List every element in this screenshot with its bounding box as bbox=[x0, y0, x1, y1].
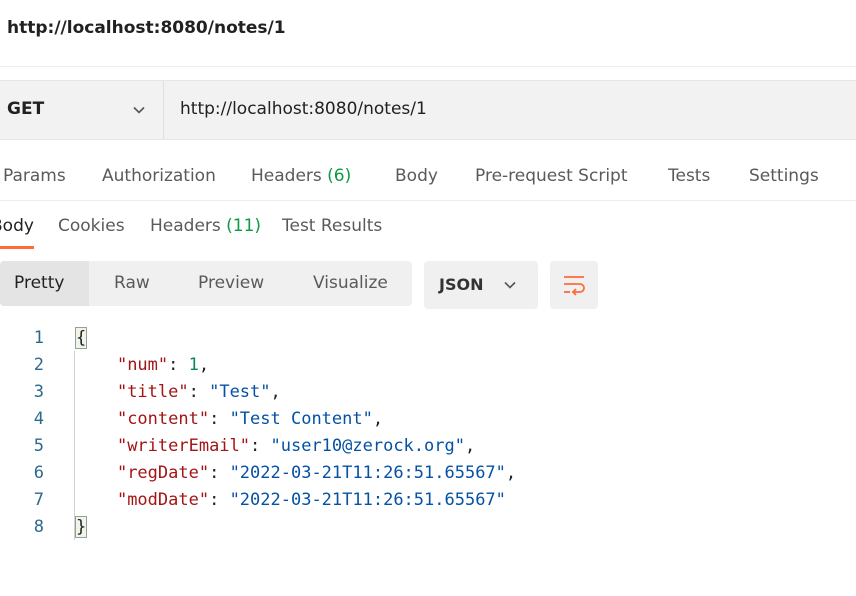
response-tabs: Body Cookies Headers (11) Test Results bbox=[0, 201, 856, 251]
json-key: "modDate" bbox=[116, 490, 210, 510]
response-tab-body[interactable]: Body bbox=[0, 216, 34, 236]
method-label: GET bbox=[7, 99, 45, 119]
request-title-bar: http://localhost:8080/notes/1 bbox=[0, 0, 856, 67]
tab-authorization[interactable]: Authorization bbox=[102, 166, 216, 186]
wrap-lines-button[interactable] bbox=[550, 261, 598, 309]
line-number: 2 bbox=[33, 355, 44, 375]
line-number: 6 bbox=[33, 463, 44, 483]
response-tab-headers[interactable]: Headers (11) bbox=[150, 216, 261, 236]
tab-params[interactable]: Params bbox=[3, 166, 66, 186]
json-key: "content" bbox=[116, 409, 210, 429]
tab-body[interactable]: Body bbox=[395, 166, 438, 186]
view-mode-group: Pretty Raw Preview Visualize bbox=[0, 261, 412, 306]
code-line: 5 "writerEmail": "user10@zerock.org", bbox=[0, 432, 856, 459]
wrap-lines-icon bbox=[564, 276, 585, 296]
code-line: 7 "modDate": "2022-03-21T11:26:51.65567" bbox=[0, 486, 856, 513]
json-value: "Test Content" bbox=[229, 409, 373, 429]
response-tab-test-results[interactable]: Test Results bbox=[282, 216, 382, 236]
json-key: "regDate" bbox=[116, 463, 210, 483]
json-value: "2022-03-21T11:26:51.65567" bbox=[229, 490, 506, 510]
line-number: 3 bbox=[33, 382, 44, 402]
view-raw-label: Raw bbox=[114, 273, 150, 293]
json-key: "title" bbox=[116, 382, 189, 402]
code-line: 4 "content": "Test Content", bbox=[0, 405, 856, 432]
tab-prerequest-script[interactable]: Pre-request Script bbox=[475, 166, 628, 186]
response-tab-cookies[interactable]: Cookies bbox=[58, 216, 125, 236]
view-pretty-label: Pretty bbox=[14, 273, 65, 293]
method-select[interactable]: GET bbox=[0, 81, 164, 139]
line-number: 4 bbox=[33, 409, 44, 429]
line-number: 7 bbox=[33, 490, 44, 510]
chevron-down-icon bbox=[133, 106, 145, 114]
view-preview-label: Preview bbox=[198, 273, 265, 293]
line-number: 1 bbox=[33, 328, 44, 348]
open-brace: { bbox=[74, 327, 88, 349]
format-select[interactable]: JSON bbox=[424, 261, 538, 309]
view-visualize-label: Visualize bbox=[313, 273, 388, 293]
request-tabs: Params Authorization Headers (6) Body Pr… bbox=[0, 150, 856, 201]
code-line: 8 } bbox=[0, 513, 856, 540]
request-title[interactable]: http://localhost:8080/notes/1 bbox=[7, 18, 286, 38]
view-raw-button[interactable]: Raw bbox=[89, 261, 179, 306]
code-line: 1 { bbox=[0, 324, 856, 351]
tab-tests[interactable]: Tests bbox=[668, 166, 710, 186]
response-tab-headers-count: (11) bbox=[226, 216, 262, 236]
view-visualize-button[interactable]: Visualize bbox=[289, 261, 412, 306]
json-key: "num" bbox=[116, 355, 169, 375]
response-tab-headers-label: Headers bbox=[150, 216, 221, 236]
code-line: 6 "regDate": "2022-03-21T11:26:51.65567"… bbox=[0, 459, 856, 486]
chevron-down-icon bbox=[504, 281, 516, 289]
json-value: "Test" bbox=[209, 382, 271, 402]
format-label: JSON bbox=[439, 275, 484, 294]
tab-settings[interactable]: Settings bbox=[749, 166, 819, 186]
url-input[interactable]: http://localhost:8080/notes/1 bbox=[180, 99, 427, 119]
json-value: "2022-03-21T11:26:51.65567" bbox=[229, 463, 506, 483]
tab-headers-label: Headers bbox=[251, 166, 322, 186]
active-tab-underline bbox=[0, 246, 34, 249]
view-preview-button[interactable]: Preview bbox=[179, 261, 289, 306]
json-value: 1 bbox=[188, 355, 199, 375]
line-number: 8 bbox=[33, 517, 44, 537]
json-key: "writerEmail" bbox=[116, 436, 251, 456]
close-brace: } bbox=[74, 516, 88, 538]
code-line: 3 "title": "Test", bbox=[0, 378, 856, 405]
tab-headers[interactable]: Headers (6) bbox=[251, 166, 351, 186]
tab-headers-count: (6) bbox=[327, 166, 352, 186]
view-pretty-button[interactable]: Pretty bbox=[0, 261, 89, 306]
line-number: 5 bbox=[33, 436, 44, 456]
code-line: 2 "num": 1, bbox=[0, 351, 856, 378]
url-bar: GET http://localhost:8080/notes/1 bbox=[0, 80, 856, 140]
json-value: "user10@zerock.org" bbox=[270, 436, 465, 456]
